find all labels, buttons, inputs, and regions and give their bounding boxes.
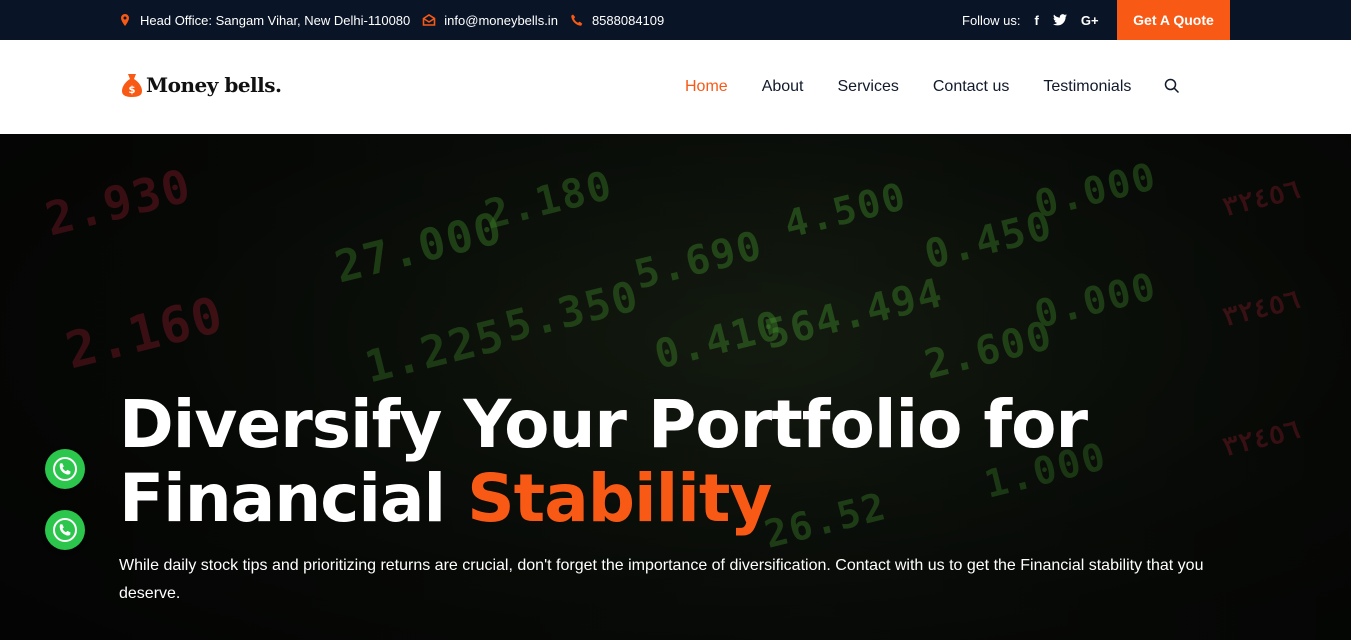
whatsapp-button-2[interactable] (45, 510, 85, 550)
hero-title: Diversify Your Portfolio for Financial S… (119, 388, 1119, 536)
email-link[interactable]: info@moneybells.in (444, 13, 558, 28)
whatsapp-icon (53, 518, 77, 542)
hero-title-line1: Diversify Your Portfolio for (119, 386, 1088, 463)
hero-title-accent: Stability (467, 460, 772, 537)
whatsapp-button-1[interactable] (45, 449, 85, 489)
top-bar: Head Office: Sangam Vihar, New Delhi-110… (0, 0, 1351, 40)
logo-text: Money bells. (146, 73, 282, 97)
svg-text:$: $ (129, 85, 136, 96)
address-text: Head Office: Sangam Vihar, New Delhi-110… (140, 12, 411, 28)
nav-home[interactable]: Home (685, 78, 728, 96)
contact-info: Head Office: Sangam Vihar, New Delhi-110… (118, 0, 676, 40)
hero-subtitle: While daily stock tips and prioritizing … (119, 557, 1204, 602)
search-icon[interactable] (1164, 78, 1180, 94)
follow-us: Follow us: f G+ (962, 0, 1113, 40)
money-bag-icon: $ (122, 74, 142, 97)
location-icon (121, 14, 129, 26)
phone-link[interactable]: 8588084109 (592, 13, 664, 28)
phone-item[interactable]: 8588084109 (570, 13, 664, 28)
twitter-icon[interactable] (1052, 14, 1067, 26)
email-icon (422, 14, 436, 26)
email-item[interactable]: info@moneybells.in (422, 13, 558, 28)
get-a-quote-button[interactable]: Get A Quote (1117, 0, 1230, 40)
hero-section: 2.930 2.160 27.000 2.180 5.690 4.500 0.4… (0, 134, 1351, 640)
google-plus-icon[interactable]: G+ (1081, 13, 1099, 28)
logo[interactable]: $ Money bells. (121, 72, 282, 98)
nav-contact-us[interactable]: Contact us (933, 78, 1009, 96)
main-menu: Home About Services Contact us Testimoni… (685, 40, 1165, 134)
address-item: Head Office: Sangam Vihar, New Delhi-110… (118, 13, 410, 28)
hero-title-line2: Financial (119, 460, 446, 537)
nav-services[interactable]: Services (838, 78, 899, 96)
follow-label: Follow us: (962, 12, 1021, 28)
whatsapp-icon (53, 457, 77, 481)
facebook-icon[interactable]: f (1035, 13, 1039, 28)
phone-icon (571, 14, 583, 26)
social-links: f G+ (1035, 13, 1113, 28)
main-navbar: $ Money bells. Home About Services Conta… (0, 40, 1351, 134)
nav-testimonials[interactable]: Testimonials (1043, 78, 1131, 96)
nav-about[interactable]: About (762, 78, 804, 96)
